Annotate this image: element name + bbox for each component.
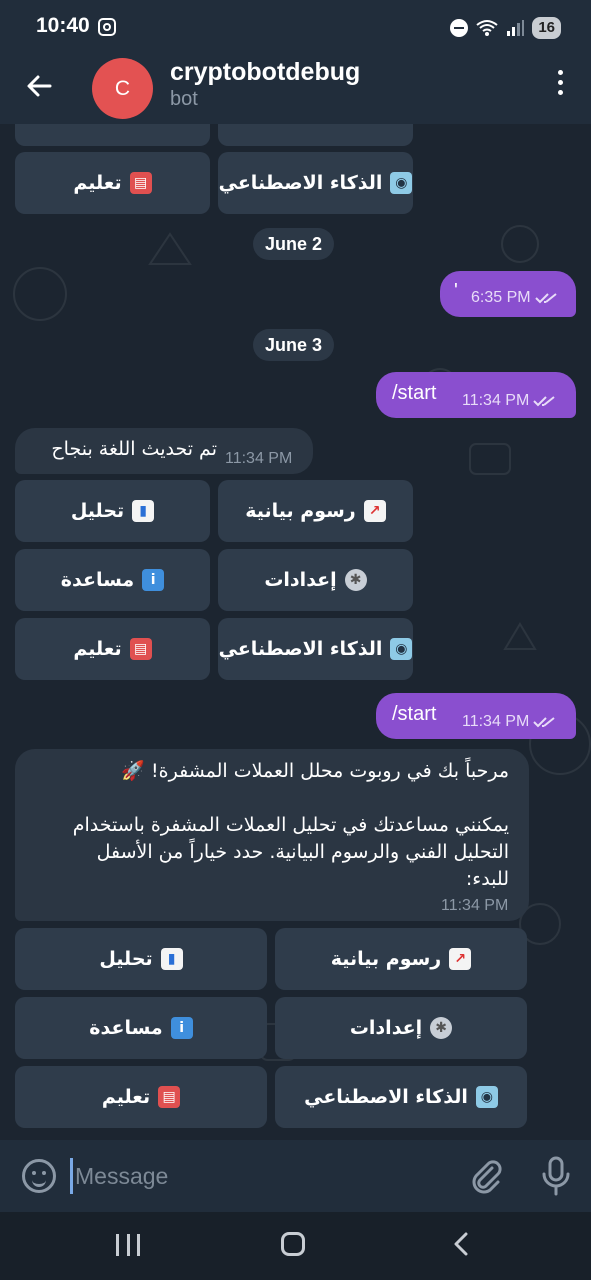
home-icon[interactable] <box>281 1232 305 1256</box>
incoming-message[interactable]: تم تحديث اللغة بنجاح 11:34 PM <box>15 428 313 474</box>
message-line: مرحباً بك في روبوت محلل العملات المشفرة!… <box>121 760 509 782</box>
chat-title[interactable]: cryptobotdebug <box>170 58 360 87</box>
wifi-icon <box>476 20 498 36</box>
education-label: تعليم <box>73 638 122 660</box>
more-options-icon[interactable] <box>555 70 565 98</box>
back-arrow-icon[interactable] <box>22 68 58 104</box>
message-text: مرحباً بك في روبوت محلل العملات المشفرة!… <box>29 758 509 893</box>
attach-icon[interactable] <box>468 1158 504 1194</box>
status-bar: 10:40 16 <box>0 0 591 56</box>
signal-icon <box>507 20 525 36</box>
help-label: مساعدة <box>89 1017 163 1039</box>
do-not-disturb-icon <box>450 19 469 37</box>
info-icon: i <box>142 569 165 591</box>
books-icon: ▤ <box>129 638 152 660</box>
read-ticks-icon <box>533 716 555 728</box>
books-icon: ▤ <box>158 1086 181 1108</box>
keyboard-button-ai[interactable]: الذكاء الاصطناعي ◉ <box>275 1066 527 1128</box>
message-composer <box>0 1140 591 1212</box>
books-icon: ▤ <box>129 172 152 194</box>
chart-up-icon: ↗ <box>363 500 386 522</box>
keyboard-button-help[interactable]: مساعدة i <box>15 549 210 611</box>
message-line: للبدء: <box>465 868 509 890</box>
read-ticks-icon <box>533 395 555 407</box>
status-time: 10:40 <box>36 14 90 37</box>
date-separator: June 2 <box>253 228 335 260</box>
message-line: التحليل الفني والرسوم البيانية. حدد خيار… <box>96 841 509 863</box>
ai-label: الذكاء الاصطناعي <box>218 172 383 194</box>
charts-label: رسوم بيانية <box>330 948 442 970</box>
status-icons: 16 <box>450 16 561 40</box>
read-ticks-icon <box>534 292 557 304</box>
robot-icon: ◉ <box>390 172 413 194</box>
keyboard-button-settings[interactable]: إعدادات ✱ <box>218 549 413 611</box>
info-icon: i <box>170 1017 193 1039</box>
message-time: 6:35 PM <box>471 289 559 307</box>
chat-subtitle: bot <box>170 88 198 110</box>
outgoing-message[interactable]: /start 11:34 PM <box>376 693 576 739</box>
instagram-icon <box>98 18 116 36</box>
keyboard-button-education[interactable]: تعليم ▤ <box>15 1066 267 1128</box>
ai-label: الذكاء الاصطناعي <box>218 638 383 660</box>
message-text: ' <box>454 280 458 302</box>
gear-icon: ✱ <box>430 1017 453 1039</box>
date-separator: June 3 <box>253 329 335 361</box>
outgoing-message[interactable]: /start 11:34 PM <box>376 372 576 418</box>
bar-chart-icon: ▮ <box>132 500 155 522</box>
message-text: تم تحديث اللغة بنجاح <box>51 438 217 460</box>
message-line: يمكنني مساعدتك في تحليل العملات المشفرة … <box>72 814 509 836</box>
chat-area[interactable]: تعليم ▤ الذكاء الاصطناعي ◉ June 2 ' 6:35… <box>0 124 591 1140</box>
keyboard-button-help[interactable] <box>15 124 210 146</box>
gear-icon: ✱ <box>344 569 367 591</box>
bar-chart-icon: ▮ <box>160 948 183 970</box>
keyboard-button-education[interactable]: تعليم ▤ <box>15 152 210 214</box>
charts-label: رسوم بيانية <box>245 500 356 522</box>
keyboard-button-ai[interactable]: الذكاء الاصطناعي ◉ <box>218 152 413 214</box>
keyboard-button-education[interactable]: تعليم ▤ <box>15 618 210 680</box>
ai-label: الذكاء الاصطناعي <box>304 1086 468 1108</box>
message-time: 11:34 PM <box>441 897 509 914</box>
education-label: تعليم <box>101 1086 151 1108</box>
emoji-icon[interactable] <box>22 1159 56 1193</box>
robot-icon: ◉ <box>475 1086 498 1108</box>
settings-label: إعدادات <box>264 569 337 591</box>
battery-level: 16 <box>532 17 561 39</box>
incoming-message[interactable]: مرحباً بك في روبوت محلل العملات المشفرة!… <box>15 749 529 921</box>
outgoing-message[interactable]: ' 6:35 PM <box>440 271 576 317</box>
analysis-label: تحليل <box>70 500 125 522</box>
keyboard-button-charts[interactable]: رسوم بيانية ↗ <box>218 480 413 542</box>
nav-back-icon[interactable] <box>450 1232 474 1256</box>
message-input[interactable] <box>70 1158 430 1194</box>
keyboard-button-analysis[interactable]: تحليل ▮ <box>15 480 210 542</box>
message-time: 11:34 PM <box>462 713 557 731</box>
microphone-icon[interactable] <box>540 1156 572 1196</box>
analysis-label: تحليل <box>99 948 153 970</box>
keyboard-button-settings[interactable]: إعدادات ✱ <box>275 997 527 1059</box>
keyboard-button-help[interactable]: مساعدة i <box>15 997 267 1059</box>
message-time: 11:34 PM <box>225 450 293 467</box>
avatar[interactable]: C <box>92 58 153 119</box>
recent-apps-icon[interactable] <box>116 1234 140 1256</box>
message-text: /start <box>392 382 437 404</box>
message-time: 11:34 PM <box>462 392 557 410</box>
chart-up-icon: ↗ <box>449 948 472 970</box>
robot-icon: ◉ <box>390 638 413 660</box>
message-text: /start <box>392 703 437 725</box>
education-label: تعليم <box>73 172 122 194</box>
keyboard-button-settings[interactable] <box>218 124 413 146</box>
system-navigation-bar <box>0 1212 591 1280</box>
help-label: مساعدة <box>60 569 135 591</box>
settings-label: إعدادات <box>349 1017 423 1039</box>
chat-header: C cryptobotdebug bot <box>0 56 591 124</box>
keyboard-button-analysis[interactable]: تحليل ▮ <box>15 928 267 990</box>
keyboard-button-ai[interactable]: الذكاء الاصطناعي ◉ <box>218 618 413 680</box>
keyboard-button-charts[interactable]: رسوم بيانية ↗ <box>275 928 527 990</box>
